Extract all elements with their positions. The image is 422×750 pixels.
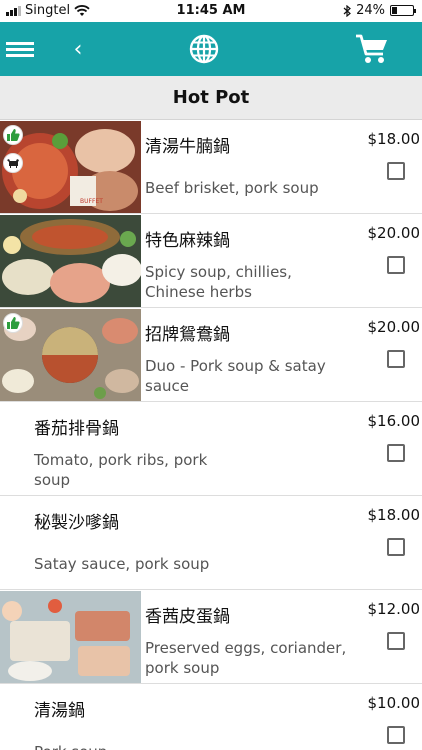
dish-price: $18.00 xyxy=(367,130,421,148)
select-checkbox[interactable] xyxy=(387,726,405,744)
thumbs-up-icon xyxy=(3,125,23,145)
menu-item[interactable]: 招牌鴛鴦鍋 Duo - Pork soup & satay sauce $20.00 xyxy=(0,308,422,402)
dish-photo xyxy=(0,591,141,683)
dish-name: 秘製沙嗲鍋 xyxy=(34,513,119,533)
thumbs-up-icon xyxy=(3,313,23,333)
cart-icon xyxy=(356,34,387,63)
dish-price: $10.00 xyxy=(367,694,421,712)
menu-item[interactable]: 特色麻辣鍋 Spicy soup, chillies, Chinese herbs… xyxy=(0,214,422,308)
menu-button[interactable] xyxy=(4,22,36,76)
dish-description: Duo - Pork soup & satay sauce xyxy=(145,357,326,395)
menu-icon xyxy=(6,39,34,60)
back-button[interactable]: ‹ xyxy=(66,22,90,76)
dish-name: 番茄排骨鍋 xyxy=(34,419,119,439)
back-icon: ‹ xyxy=(73,36,83,62)
svg-text:BUFFET: BUFFET xyxy=(80,198,103,205)
select-checkbox[interactable] xyxy=(387,350,405,368)
nav-bar: ‹ xyxy=(0,22,422,76)
globe-icon xyxy=(189,34,219,64)
battery-percent: 24% xyxy=(356,3,385,18)
bluetooth-icon xyxy=(343,4,352,17)
dish-price: $20.00 xyxy=(367,318,421,336)
language-button[interactable] xyxy=(186,22,222,76)
dish-photo xyxy=(0,215,141,307)
dish-description: Beef brisket, pork soup xyxy=(145,179,319,197)
dish-price: $16.00 xyxy=(367,412,421,430)
dish-description: Pork soup xyxy=(34,742,244,750)
status-right: 24% xyxy=(343,3,416,18)
dish-name: 招牌鴛鴦鍋 xyxy=(145,325,230,345)
select-checkbox[interactable] xyxy=(387,538,405,556)
status-bar: Singtel 11:45 AM 24% xyxy=(0,0,422,22)
dish-description: Satay sauce, pork soup xyxy=(34,555,210,573)
cow-icon xyxy=(3,153,23,173)
dish-name: 清湯牛腩鍋 xyxy=(145,137,230,157)
dish-name: 清湯鍋 xyxy=(34,701,85,721)
dish-description: Tomato, pork ribs, pork soup xyxy=(34,451,208,489)
battery-icon xyxy=(390,5,416,16)
menu-item[interactable]: 番茄排骨鍋 Tomato, pork ribs, pork soup $16.00 xyxy=(0,402,422,496)
select-checkbox[interactable] xyxy=(387,444,405,462)
cart-button[interactable] xyxy=(352,22,392,76)
dish-name: 香茜皮蛋鍋 xyxy=(145,607,230,627)
dish-price: $18.00 xyxy=(367,506,421,524)
select-checkbox[interactable] xyxy=(387,632,405,650)
menu-item[interactable]: 清湯鍋 Pork soup $10.00 xyxy=(0,684,422,750)
dish-name: 特色麻辣鍋 xyxy=(145,231,230,251)
dish-price: $20.00 xyxy=(367,224,421,242)
select-checkbox[interactable] xyxy=(387,256,405,274)
menu-list: BUFFET 清湯牛腩鍋 Beef brisket, pork soup $18.00… xyxy=(0,120,422,750)
page-title: Hot Pot xyxy=(0,76,422,120)
menu-item[interactable]: BUFFET 清湯牛腩鍋 Beef brisket, pork soup $18.00 xyxy=(0,120,422,214)
dish-description: Preserved eggs, coriander, pork soup xyxy=(145,639,347,677)
dish-price: $12.00 xyxy=(367,600,421,618)
menu-item[interactable]: 香茜皮蛋鍋 Preserved eggs, coriander, pork sou… xyxy=(0,590,422,684)
select-checkbox[interactable] xyxy=(387,162,405,180)
dish-description: Spicy soup, chillies, Chinese herbs xyxy=(145,263,292,301)
menu-item[interactable]: 秘製沙嗲鍋 Satay sauce, pork soup $18.00 xyxy=(0,496,422,590)
